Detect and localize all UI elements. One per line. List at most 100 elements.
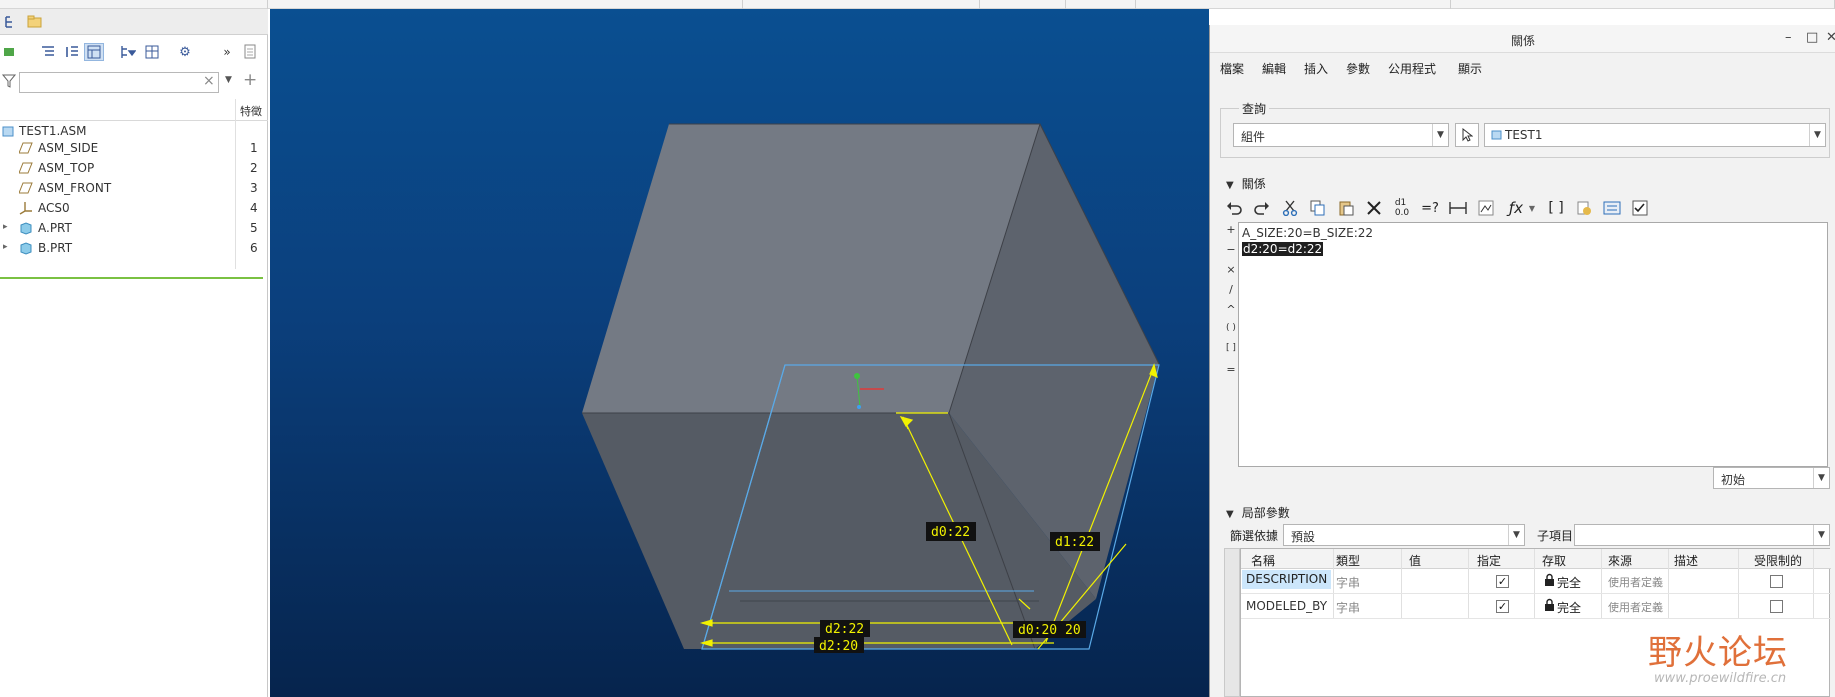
tree-columns-icon[interactable] [62,43,82,61]
column-header-designated[interactable]: 指定 [1477,552,1501,569]
column-header-access[interactable]: 存取 [1542,552,1566,569]
multiply-operator[interactable]: × [1224,263,1238,276]
show-dimension-icon[interactable] [1474,197,1498,219]
unit-sensitivity-icon[interactable] [1572,197,1596,219]
tree-item-asm-top[interactable]: ASM_TOP 2 [0,158,268,178]
tree-search-input[interactable] [19,72,219,93]
dimension-d0-20[interactable]: d0:20 [1018,623,1057,638]
document-icon[interactable] [240,43,260,61]
clear-icon[interactable]: × [203,73,215,89]
top-tab[interactable] [980,0,1066,9]
dimension-d1-22[interactable]: d1:22 [1055,535,1094,550]
restricted-checkbox[interactable] [1770,575,1783,588]
table-row[interactable]: DESCRIPTION 字串 ✓ 完全 使用者定義 [1241,569,1831,594]
evaluate-icon[interactable]: d1 0.0 [1390,197,1414,219]
lookup-object-combo[interactable]: TEST1 ▼ [1484,123,1826,147]
dimension-d2-22[interactable]: d2:22 [825,622,864,637]
expand-icon[interactable]: ▸ [3,242,8,252]
dimension-icon[interactable] [1446,197,1470,219]
dropdown-icon[interactable]: ▼ [225,75,232,85]
folder-browser-tab[interactable] [24,12,46,32]
column-header-restricted[interactable]: 受限制的 [1754,552,1802,569]
minus-operator[interactable]: − [1224,243,1238,256]
layer-tree-icon[interactable] [142,43,162,61]
top-tab[interactable] [743,0,980,9]
lookup-type-value: 組件 [1241,130,1266,144]
top-tab[interactable] [1136,0,1451,9]
tree-item-asm-side[interactable]: ASM_SIDE 1 [0,138,268,158]
top-tab[interactable] [268,0,743,9]
execute-icon[interactable] [1628,197,1652,219]
copy-icon[interactable] [1306,197,1330,219]
subitem-combo[interactable]: ▼ [1574,524,1830,546]
gear-icon[interactable]: ⚙ [175,43,195,61]
initial-value-combo[interactable]: 初始 ▼ [1713,467,1830,489]
param-access[interactable]: 完全 [1557,599,1581,616]
undo-icon[interactable] [1222,197,1246,219]
menu-parameters[interactable]: 參數 [1346,60,1370,77]
param-name[interactable]: DESCRIPTION [1242,570,1332,589]
column-header-description[interactable]: 描述 [1674,552,1698,569]
menu-show[interactable]: 顯示 [1458,60,1482,77]
filter-by-combo[interactable]: 預設 ▼ [1283,524,1525,546]
menu-utilities[interactable]: 公用程式 [1388,60,1436,77]
column-header-source[interactable]: 來源 [1608,552,1632,569]
redo-icon[interactable] [1250,197,1274,219]
relation-line[interactable]: A_SIZE:20=B_SIZE:22 [1242,226,1373,240]
tree-item-asm-front[interactable]: ASM_FRONT 3 [0,178,268,198]
column-header-name[interactable]: 名稱 [1251,552,1275,569]
minimize-icon[interactable]: – [1785,30,1792,45]
brackets-icon[interactable]: [ ] [1544,197,1568,219]
restricted-checkbox[interactable] [1770,600,1783,613]
maximize-icon[interactable]: □ [1806,30,1818,45]
dimension-d0-22[interactable]: d0:22 [931,525,970,540]
model-tree-tab[interactable] [0,12,22,32]
function-dropdown-icon[interactable]: ▼ [1520,197,1544,219]
top-tab[interactable] [0,0,268,9]
designated-checkbox[interactable]: ✓ [1496,600,1509,613]
verify-icon[interactable]: =? [1418,197,1442,219]
plus-operator[interactable]: + [1224,223,1238,236]
model-tree-view-icon[interactable] [84,43,104,61]
cut-icon[interactable] [1278,197,1302,219]
paste-icon[interactable] [1334,197,1358,219]
dimension-20[interactable]: 20 [1065,623,1081,638]
top-tab[interactable] [1066,0,1136,9]
lookup-type-combo[interactable]: 組件 ▼ [1233,123,1449,147]
show-icon[interactable] [0,43,20,61]
equals-operator[interactable]: = [1224,363,1238,376]
column-header-value[interactable]: 值 [1409,552,1421,569]
add-icon[interactable]: + [243,70,257,90]
dimension-d2-20[interactable]: d2:20 [819,639,858,654]
expand-icon[interactable]: ▸ [3,222,8,232]
relation-line-selected[interactable]: d2:20=d2:22 [1242,242,1324,256]
tree-item-b-prt[interactable]: ▸ B.PRT 6 [0,238,268,258]
menu-file[interactable]: 檔案 [1220,60,1244,77]
top-tab[interactable] [1451,0,1835,9]
close-icon[interactable]: ✕ [1826,30,1835,45]
local-params-section-header[interactable]: ▼ 局部參數 [1226,504,1290,522]
feature-column-header[interactable]: 特徵 [240,103,262,119]
power-operator[interactable]: ^ [1224,303,1238,316]
graphics-viewport[interactable]: d0:22 d1:22 d2:22 d2:20 d0:20 20 [270,9,1209,697]
column-header-type[interactable]: 類型 [1336,552,1360,569]
sort-relations-icon[interactable] [1600,197,1624,219]
divide-operator[interactable]: / [1224,283,1238,296]
relations-section-header[interactable]: ▼ 關係 [1226,175,1266,193]
designated-checkbox[interactable]: ✓ [1496,575,1509,588]
more-icon[interactable]: » [217,43,237,61]
menu-edit[interactable]: 編輯 [1262,60,1286,77]
tree-item-acs0[interactable]: ACS0 4 [0,198,268,218]
select-object-button[interactable] [1455,123,1479,147]
table-row[interactable]: MODELED_BY 字串 ✓ 完全 使用者定義 [1241,594,1831,619]
relations-editor[interactable]: A_SIZE:20=B_SIZE:22 d2:20=d2:22 [1238,222,1828,467]
param-access[interactable]: 完全 [1557,574,1581,591]
settings-tree-icon[interactable] [118,43,138,61]
delete-icon[interactable] [1362,197,1386,219]
brackets-operator[interactable]: [ ] [1224,343,1238,353]
tree-item-a-prt[interactable]: ▸ A.PRT 5 [0,218,268,238]
param-name[interactable]: MODELED_BY [1246,599,1327,613]
menu-insert[interactable]: 插入 [1304,60,1328,77]
parentheses-operator[interactable]: ( ) [1224,323,1238,333]
tree-filter-icon[interactable] [38,43,58,61]
